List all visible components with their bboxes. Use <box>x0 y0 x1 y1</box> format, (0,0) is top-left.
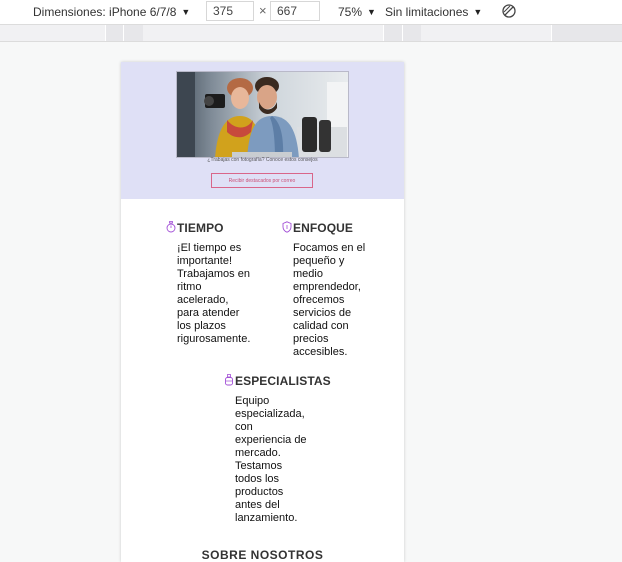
device-viewport: ¿Trabajas con fotografía? Conoce estos c… <box>121 62 404 562</box>
feature-title: TIEMPO <box>177 221 224 235</box>
feature-text: Focamos en el pequeño y medio emprendedo… <box>293 242 366 358</box>
bottle-icon <box>225 374 233 386</box>
feature-enfoque: ENFOQUE Focamos en el pequeño y medio em… <box>282 221 382 361</box>
feature-title: ENFOQUE <box>293 221 354 235</box>
height-input[interactable]: 667 <box>270 1 320 21</box>
rotate-icon[interactable] <box>501 3 517 19</box>
about-heading: SOBRE NOSOTROS <box>201 548 324 562</box>
throttle-select[interactable]: Sin limitaciones ▼ <box>385 0 482 24</box>
chevron-down-icon: ▼ <box>181 7 191 17</box>
photographers-illustration <box>177 72 348 157</box>
device-select-label: Dimensiones: iPhone 6/7/8 <box>33 5 177 19</box>
shield-icon <box>282 221 292 233</box>
device-select[interactable]: Dimensiones: iPhone 6/7/8 ▼ <box>33 0 190 24</box>
feature-tiempo: TIEMPO ¡El tiempo es importante! Trabaja… <box>166 221 261 351</box>
throttle-select-label: Sin limitaciones <box>385 5 469 19</box>
chevron-down-icon: ▼ <box>473 7 483 17</box>
feature-text: ¡El tiempo es importante! Trabajamos en … <box>177 242 251 345</box>
feature-especialistas: ESPECIALISTAS Equipo especializada, con … <box>224 374 344 534</box>
subscribe-button[interactable]: Recibir destacados por correo <box>211 173 313 188</box>
hero-section: ¿Trabajas con fotografía? Conoce estos c… <box>121 62 404 199</box>
width-input[interactable]: 375 <box>206 1 254 21</box>
zoom-select[interactable]: 75% ▼ <box>338 0 376 24</box>
feature-text: Equipo especializada, con experiencia de… <box>235 395 307 524</box>
chevron-down-icon: ▼ <box>367 7 376 17</box>
feature-title: ESPECIALISTAS <box>235 374 331 388</box>
media-query-bar[interactable] <box>0 24 622 42</box>
device-toolbar: Dimensiones: iPhone 6/7/8 ▼ 375 × 667 75… <box>0 0 622 24</box>
photo-image <box>176 71 349 158</box>
hero-caption: ¿Trabajas con fotografía? Conoce estos c… <box>207 157 318 163</box>
times-symbol: × <box>259 3 267 18</box>
stopwatch-icon <box>166 221 176 233</box>
zoom-select-label: 75% <box>338 5 363 19</box>
